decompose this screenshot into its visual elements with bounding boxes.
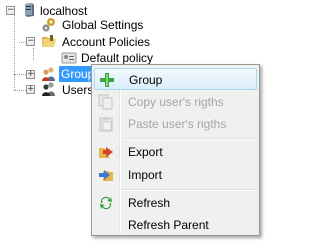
menu-item-label: Group bbox=[129, 73, 163, 87]
menu-item-label: Paste user's rigths bbox=[128, 117, 227, 131]
collapse-icon[interactable]: − bbox=[26, 37, 35, 46]
gears-icon bbox=[42, 18, 55, 32]
menu-item-add-group[interactable]: Group bbox=[94, 68, 257, 90]
expand-icon[interactable]: + bbox=[26, 70, 35, 79]
menu-item-label: Import bbox=[128, 168, 163, 182]
menu-separator bbox=[122, 189, 257, 191]
policy-card-icon bbox=[61, 52, 77, 64]
menu-item-label: Copy user's rigths bbox=[128, 95, 224, 109]
folder-icon bbox=[42, 35, 56, 47]
menu-item-label: Export bbox=[128, 145, 163, 159]
refresh-icon bbox=[100, 196, 112, 210]
context-menu: Group Copy user's rigths Paste user's ri… bbox=[91, 64, 260, 236]
add-icon bbox=[100, 73, 114, 87]
expand-icon[interactable]: + bbox=[26, 85, 35, 94]
tree-node-label: Global Settings bbox=[62, 18, 144, 32]
collapse-icon[interactable]: − bbox=[6, 6, 15, 15]
group-icon bbox=[42, 67, 55, 81]
menu-item-paste-rights[interactable]: Paste user's rigths bbox=[94, 113, 257, 135]
export-icon bbox=[99, 147, 113, 158]
paste-icon bbox=[99, 117, 113, 132]
menu-separator bbox=[122, 138, 257, 140]
menu-item-import[interactable]: Import bbox=[94, 164, 257, 186]
tree-node-label: Users bbox=[62, 83, 94, 97]
menu-item-label: Refresh bbox=[128, 196, 171, 210]
tree-node-label: Account Policies bbox=[62, 35, 151, 49]
users-icon bbox=[42, 82, 55, 96]
copy-icon bbox=[98, 94, 113, 110]
tree-node-users[interactable]: + Users bbox=[0, 81, 95, 99]
tree-node-global-settings[interactable]: Global Settings bbox=[0, 16, 144, 34]
menu-item-refresh-parent[interactable]: Refresh Parent bbox=[94, 214, 257, 236]
menu-item-copy-rights[interactable]: Copy user's rigths bbox=[94, 91, 257, 113]
menu-item-refresh[interactable]: Refresh bbox=[94, 192, 257, 214]
menu-item-label: Refresh Parent bbox=[128, 218, 209, 232]
menu-item-export[interactable]: Export bbox=[94, 141, 257, 163]
import-icon bbox=[99, 170, 113, 181]
